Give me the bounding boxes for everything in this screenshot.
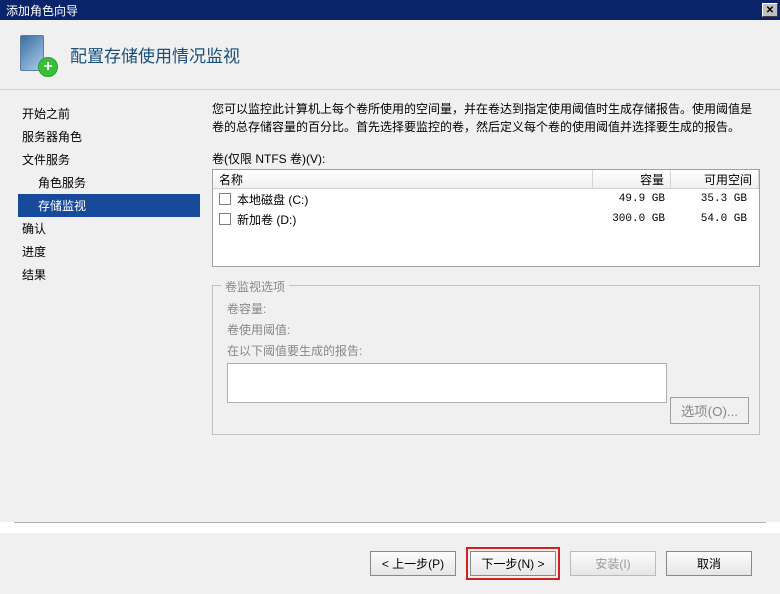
reports-label: 在以下阈值要生成的报告: <box>227 342 749 359</box>
title-bar: 添加角色向导 ✕ <box>0 0 780 20</box>
volume-free: 35.3 GB <box>671 193 759 205</box>
col-free[interactable]: 可用空间 <box>671 170 759 188</box>
next-button-highlight: 下一步(N) > <box>466 547 560 580</box>
nav-storage-monitoring[interactable]: 存储监视 <box>18 194 200 217</box>
volume-checkbox[interactable] <box>219 213 231 225</box>
nav-confirmation[interactable]: 确认 <box>18 217 200 240</box>
wizard-nav: 开始之前 服务器角色 文件服务 角色服务 存储监视 确认 进度 结果 <box>0 90 200 522</box>
volume-capacity: 300.0 GB <box>593 213 671 225</box>
volumes-label: 卷(仅限 NTFS 卷)(V): <box>212 150 760 167</box>
capacity-label: 卷容量: <box>227 300 749 317</box>
group-title: 卷监视选项 <box>221 278 289 295</box>
volume-monitoring-group: 卷监视选项 卷容量: 卷使用阈值: 在以下阈值要生成的报告: 选项(O)... <box>212 285 760 435</box>
volume-checkbox[interactable] <box>219 193 231 205</box>
next-button[interactable]: 下一步(N) > <box>470 551 556 576</box>
nav-results[interactable]: 结果 <box>18 263 200 286</box>
install-button: 安装(I) <box>570 551 656 576</box>
table-row[interactable]: 新加卷 (D:) 300.0 GB 54.0 GB <box>213 209 759 229</box>
description-text: 您可以监控此计算机上每个卷所使用的空间量，并在卷达到指定使用阈值时生成存储报告。… <box>212 100 760 136</box>
volume-capacity: 49.9 GB <box>593 193 671 205</box>
nav-progress[interactable]: 进度 <box>18 240 200 263</box>
volume-name: 本地磁盘 (C:) <box>237 191 308 208</box>
col-capacity[interactable]: 容量 <box>593 170 671 188</box>
footer-buttons: < 上一步(P) 下一步(N) > 安装(I) 取消 <box>0 533 780 594</box>
main-panel: 您可以监控此计算机上每个卷所使用的空间量，并在卷达到指定使用阈值时生成存储报告。… <box>200 90 780 522</box>
close-button[interactable]: ✕ <box>762 3 778 17</box>
nav-before-you-begin[interactable]: 开始之前 <box>18 102 200 125</box>
table-row[interactable]: 本地磁盘 (C:) 49.9 GB 35.3 GB <box>213 189 759 209</box>
volumes-table: 名称 容量 可用空间 本地磁盘 (C:) 49.9 GB 35.3 GB 新加卷… <box>212 169 760 267</box>
page-title: 配置存储使用情况监视 <box>70 42 240 67</box>
volume-name: 新加卷 (D:) <box>237 211 296 228</box>
server-add-icon: + <box>16 35 56 75</box>
wizard-header: + 配置存储使用情况监视 <box>0 20 780 90</box>
cancel-button[interactable]: 取消 <box>666 551 752 576</box>
col-name[interactable]: 名称 <box>213 170 593 188</box>
nav-file-services[interactable]: 文件服务 <box>18 148 200 171</box>
table-header: 名称 容量 可用空间 <box>213 170 759 189</box>
options-button: 选项(O)... <box>670 397 749 424</box>
reports-listbox[interactable] <box>227 363 667 403</box>
back-button[interactable]: < 上一步(P) <box>370 551 456 576</box>
separator <box>14 522 766 523</box>
threshold-label: 卷使用阈值: <box>227 321 749 338</box>
window-title: 添加角色向导 <box>6 2 78 19</box>
volume-free: 54.0 GB <box>671 213 759 225</box>
nav-role-services[interactable]: 角色服务 <box>18 171 200 194</box>
nav-server-roles[interactable]: 服务器角色 <box>18 125 200 148</box>
